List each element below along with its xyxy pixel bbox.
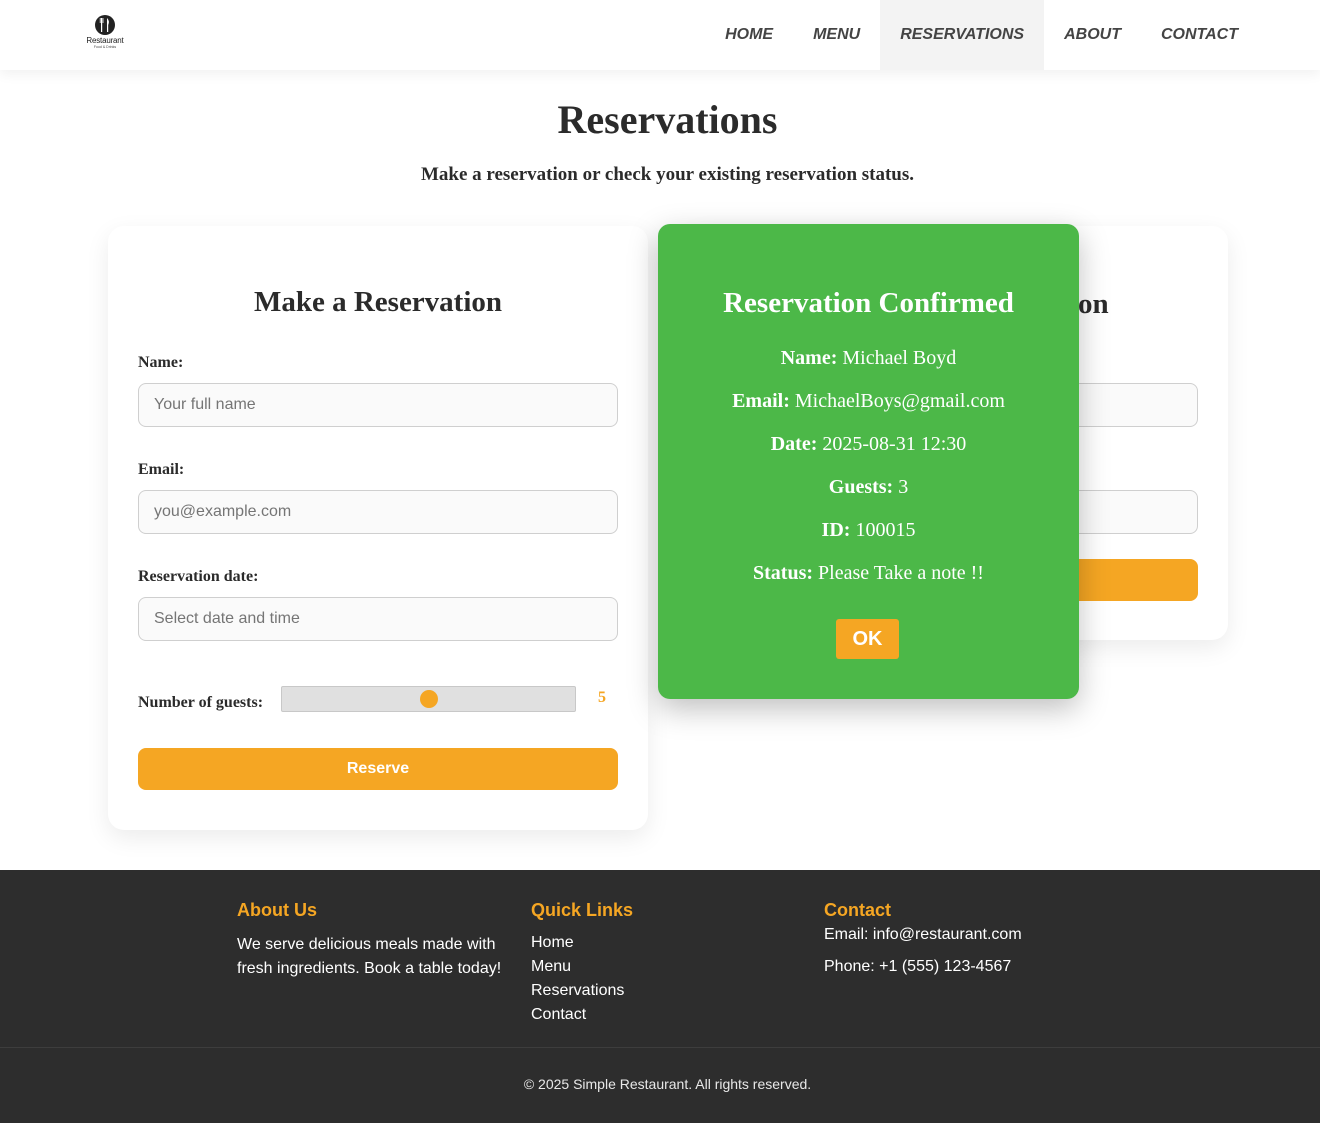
name-label: Name: [138, 354, 184, 371]
fork-knife-icon [95, 15, 115, 35]
modal-row-name: Name: Michael Boyd [658, 347, 1079, 370]
footer-link-home[interactable]: Home [531, 931, 633, 955]
modal-value: Please Take a note !! [818, 562, 984, 584]
modal-label: Status: [753, 562, 814, 584]
reservation-form-card: Make a Reservation Name: Email: Reservat… [108, 226, 648, 830]
main-nav: HOME MENU RESERVATIONS ABOUT CONTACT [705, 0, 1258, 70]
reservation-form-title: Make a Reservation [253, 286, 503, 318]
reservation-date-label: Reservation date: [138, 568, 259, 585]
footer-email: Email: info@restaurant.com [824, 926, 1022, 943]
ok-button[interactable]: OK [836, 619, 899, 659]
nav-home[interactable]: HOME [705, 0, 793, 70]
logo-subtext: Food & Drinks [93, 45, 117, 49]
modal-label: Guests: [828, 476, 894, 498]
footer-contact-title: Contact [824, 900, 891, 920]
guests-value: 5 [598, 689, 606, 706]
footer-contact: Contact Email: info@restaurant.com Phone… [824, 900, 1022, 979]
nav-contact[interactable]: CONTACT [1141, 0, 1258, 70]
footer-link-reservations[interactable]: Reservations [531, 979, 633, 1003]
footer-about-text: We serve delicious meals made with fresh… [237, 936, 502, 977]
reserve-button[interactable]: Reserve [138, 748, 618, 790]
email-label: Email: [138, 461, 185, 478]
modal-value: 2025-08-31 12:30 [822, 433, 967, 455]
modal-label: Date: [770, 433, 818, 455]
modal-value: Michael Boyd [842, 347, 957, 369]
name-input[interactable] [138, 383, 618, 427]
modal-value: 3 [898, 476, 909, 498]
guests-slider[interactable] [281, 686, 576, 712]
footer-links-title: Quick Links [531, 900, 634, 920]
nav-about[interactable]: ABOUT [1044, 0, 1141, 70]
reservation-date-input[interactable] [138, 597, 618, 641]
modal-value: MichaelBoys@gmail.com [794, 390, 1005, 412]
modal-row-guests: Guests: 3 [658, 476, 1079, 499]
modal-row-id: ID: 100015 [658, 519, 1079, 542]
modal-value: 100015 [855, 519, 916, 541]
email-input[interactable] [138, 490, 618, 534]
footer-about-title: About Us [237, 900, 317, 920]
modal-label: ID: [821, 519, 851, 541]
check-reservation-title: on [1078, 288, 1109, 320]
footer-link-menu[interactable]: Menu [531, 955, 633, 979]
footer-about: About Us We serve delicious meals made w… [237, 900, 517, 981]
site-header: Restaurant Food & Drinks HOME MENU RESER… [0, 0, 1320, 70]
modal-title: Reservation Confirmed [723, 287, 1014, 319]
footer-link-contact[interactable]: Contact [531, 1003, 633, 1027]
nav-reservations[interactable]: RESERVATIONS [880, 0, 1045, 70]
copyright: © 2025 Simple Restaurant. All rights res… [523, 1076, 812, 1092]
modal-label: Email: [732, 390, 790, 412]
modal-row-status: Status: Please Take a note !! [658, 562, 1079, 585]
page-title: Reservations [557, 97, 778, 142]
modal-row-date: Date: 2025-08-31 12:30 [658, 433, 1079, 456]
footer-divider [0, 1047, 1320, 1048]
restaurant-logo[interactable]: Restaurant Food & Drinks [83, 15, 127, 55]
site-footer: About Us We serve delicious meals made w… [0, 870, 1320, 1123]
page-subtitle: Make a reservation or check your existin… [420, 164, 915, 185]
nav-menu[interactable]: MENU [793, 0, 880, 70]
footer-quick-links: Quick Links Home Menu Reservations Conta… [531, 900, 633, 1027]
guests-slider-thumb[interactable] [419, 690, 438, 708]
footer-phone: Phone: +1 (555) 123-4567 [824, 958, 1012, 975]
guests-label: Number of guests: [138, 694, 264, 711]
logo-text: Restaurant [86, 36, 124, 45]
modal-row-email: Email: MichaelBoys@gmail.com [658, 390, 1079, 413]
modal-label: Name: [780, 347, 838, 369]
reservation-confirmed-modal: Reservation Confirmed Name: Michael Boyd… [658, 224, 1079, 699]
